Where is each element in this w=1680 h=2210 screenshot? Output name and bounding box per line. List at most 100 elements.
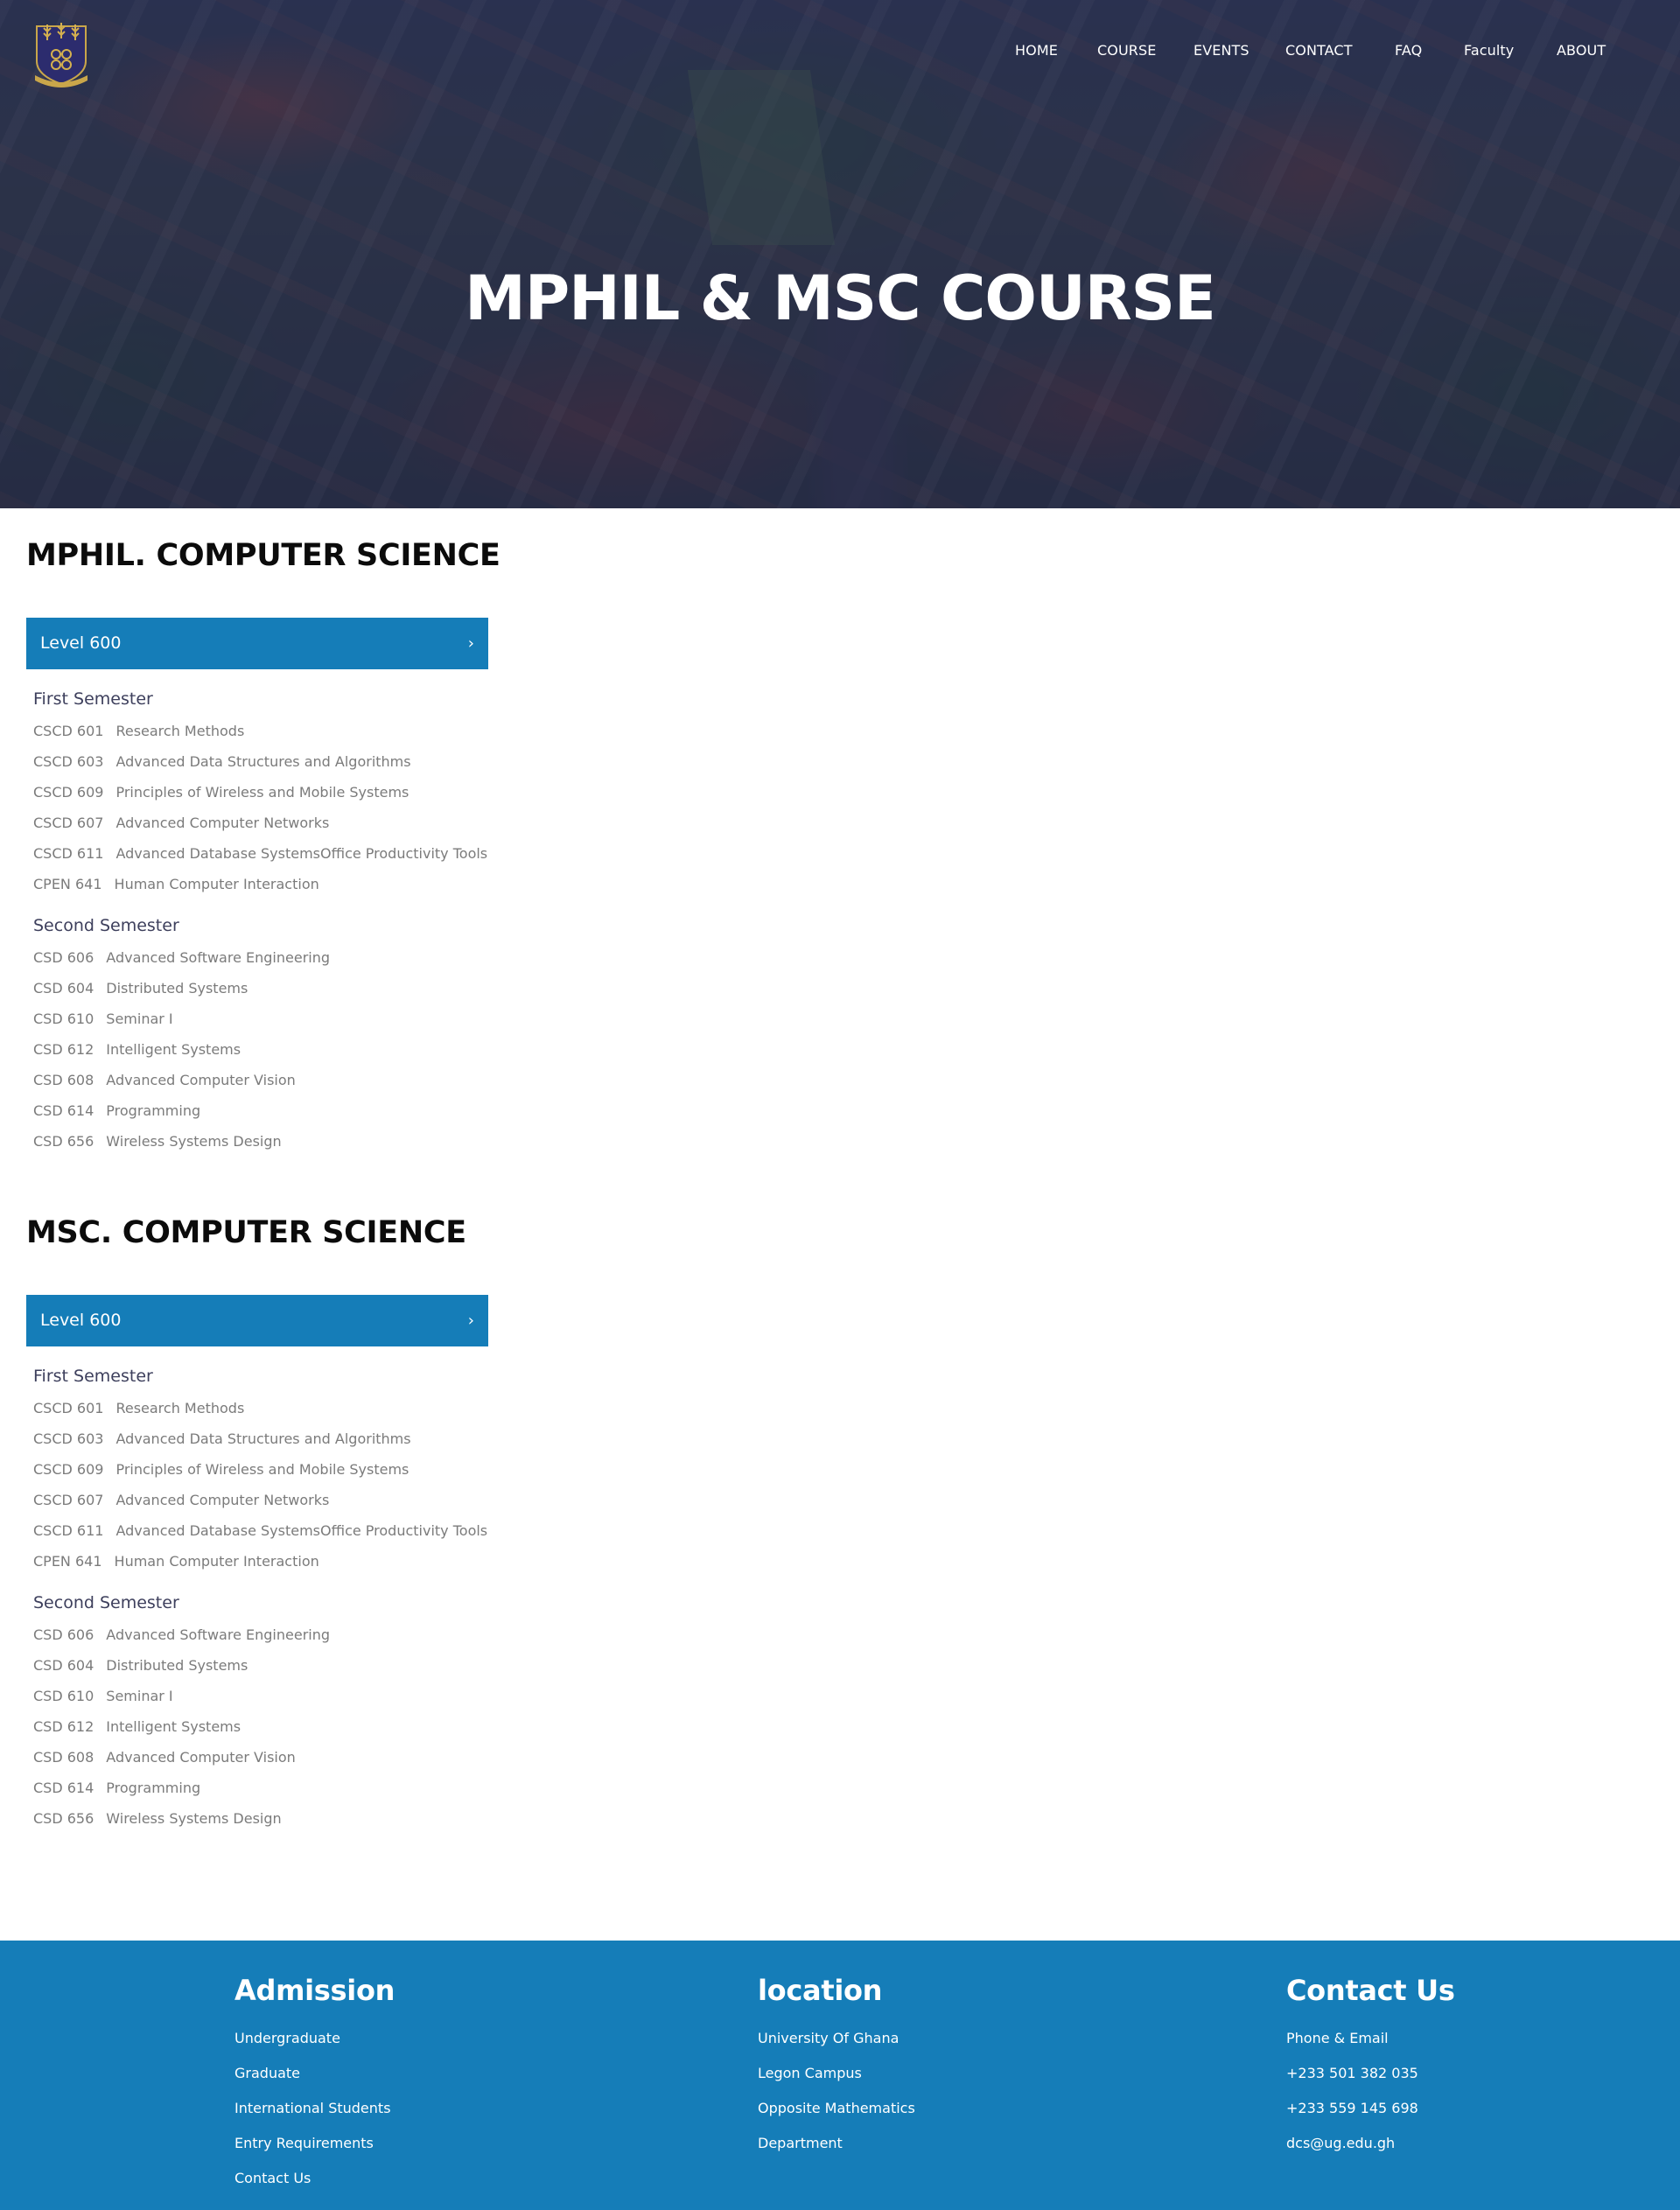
course-code: CSD 612 [33,1718,94,1735]
course-name: Human Computer Interaction [114,1553,319,1570]
course-code: CSD 606 [33,1626,94,1643]
page-title: MPHIL & MSC COURSE [465,262,1216,334]
footer-link-graduate[interactable]: Graduate [234,2065,300,2081]
course-item: CSD 614 Programming [33,1780,200,1796]
semester-title: Second Semester [33,1593,179,1612]
footer-link-undergraduate[interactable]: Undergraduate [234,2030,340,2046]
course-name: Advanced Software Engineering [106,949,331,966]
footer-email[interactable]: dcs@ug.edu.gh [1286,2135,1395,2151]
course-name: Advanced Computer Vision [106,1749,296,1766]
course-code: CSD 656 [33,1133,94,1150]
course-name: Advanced Computer Networks [116,815,330,831]
course-item: CSCD 601 Research Methods [33,1400,244,1416]
course-name: Distributed Systems [106,980,248,997]
course-item: CSCD 601 Research Methods [33,723,244,739]
course-name: Seminar I [106,1011,173,1027]
footer-heading: Admission [234,1974,396,2007]
semester-title: First Semester [33,689,153,709]
course-code: CSCD 609 [33,784,104,801]
footer-phone-1[interactable]: +233 501 382 035 [1286,2065,1418,2081]
course-name: Principles of Wireless and Mobile System… [116,1461,410,1478]
semester-title: Second Semester [33,916,179,935]
course-code: CSCD 611 [33,845,104,862]
course-name: Distributed Systems [106,1657,248,1674]
hero-overlay [0,0,1680,508]
course-code: CSCD 601 [33,723,104,739]
course-code: CSD 614 [33,1780,94,1796]
course-item: CSCD 603 Advanced Data Structures and Alg… [33,1430,411,1447]
course-item: CSD 608 Advanced Computer Vision [33,1749,296,1766]
course-item: CPEN 641 Human Computer Interaction [33,876,319,892]
footer-location-line: Opposite Mathematics [758,2100,915,2116]
level-accordion-toggle[interactable]: Level 600 › [26,1295,488,1346]
site-footer: Admission Undergraduate Graduate Interna… [0,1941,1680,2210]
semester-title: First Semester [33,1367,153,1386]
course-item: CSD 606 Advanced Software Engineering [33,1626,330,1643]
course-code: CSCD 603 [33,753,104,770]
nav-events[interactable]: EVENTS [1194,42,1250,59]
course-code: CSCD 603 [33,1430,104,1447]
footer-link-international[interactable]: International Students [234,2100,391,2116]
footer-phone-2[interactable]: +233 559 145 698 [1286,2100,1418,2116]
course-item: CSD 606 Advanced Software Engineering [33,949,330,966]
course-name: Wireless Systems Design [106,1810,282,1827]
footer-location-line: Legon Campus [758,2065,862,2081]
course-code: CSD 610 [33,1011,94,1027]
level-accordion-toggle[interactable]: Level 600 › [26,618,488,669]
course-item: CSD 612 Intelligent Systems [33,1041,241,1058]
course-name: Advanced Data Structures and Algorithms [116,1430,411,1447]
course-item: CSD 604 Distributed Systems [33,980,248,997]
course-code: CSCD 611 [33,1522,104,1539]
course-code: CSCD 601 [33,1400,104,1416]
course-code: CPEN 641 [33,876,102,892]
footer-heading: Contact Us [1286,1974,1455,2007]
course-name: Advanced Database SystemsOffice Producti… [116,1522,488,1539]
course-name: Programming [106,1780,201,1796]
course-item: CSD 656 Wireless Systems Design [33,1810,282,1827]
nav-about[interactable]: ABOUT [1557,42,1606,59]
course-item: CSCD 603 Advanced Data Structures and Alg… [33,753,411,770]
footer-location-line: Department [758,2135,843,2151]
course-name: Principles of Wireless and Mobile System… [116,784,410,801]
course-code: CSD 608 [33,1749,94,1766]
course-code: CSD 656 [33,1810,94,1827]
footer-heading: location [758,1974,883,2007]
university-crest-icon[interactable] [32,17,91,89]
nav-course[interactable]: COURSE [1097,42,1156,59]
nav-faculty[interactable]: Faculty [1464,42,1514,59]
course-item: CSCD 609 Principles of Wireless and Mobil… [33,1461,409,1478]
level-label: Level 600 [40,633,122,653]
course-item: CSCD 609 Principles of Wireless and Mobil… [33,784,409,801]
course-code: CSD 604 [33,980,94,997]
course-item: CSD 604 Distributed Systems [33,1657,248,1674]
course-code: CSD 608 [33,1072,94,1088]
course-code: CSD 604 [33,1657,94,1674]
course-item: CSD 608 Advanced Computer Vision [33,1072,296,1088]
course-code: CSCD 607 [33,815,104,831]
nav-contact[interactable]: CONTACT [1285,42,1353,59]
course-name: Intelligent Systems [106,1041,242,1058]
program-title: MPHIL. COMPUTER SCIENCE [26,538,500,573]
course-name: Advanced Database SystemsOffice Producti… [116,845,488,862]
chevron-right-icon: › [467,1311,474,1330]
course-name: Human Computer Interaction [114,876,319,892]
footer-link-contact-us[interactable]: Contact Us [234,2170,311,2186]
nav-home[interactable]: HOME [1015,42,1058,59]
hero-banner: HOME COURSE EVENTS CONTACT FAQ Faculty A… [0,0,1680,508]
nav-faq[interactable]: FAQ [1395,42,1422,59]
course-name: Intelligent Systems [106,1718,242,1735]
course-name: Advanced Computer Vision [106,1072,296,1088]
course-code: CSD 614 [33,1102,94,1119]
course-name: Advanced Computer Networks [116,1492,330,1508]
footer-contact-label: Phone & Email [1286,2030,1389,2046]
course-name: Wireless Systems Design [106,1133,282,1150]
course-name: Seminar I [106,1688,173,1704]
course-item: CSD 610 Seminar I [33,1688,173,1704]
course-code: CSD 606 [33,949,94,966]
course-item: CPEN 641 Human Computer Interaction [33,1553,319,1570]
course-name: Advanced Data Structures and Algorithms [116,753,411,770]
course-name: Advanced Software Engineering [106,1626,331,1643]
course-name: Research Methods [116,723,245,739]
footer-link-entry-requirements[interactable]: Entry Requirements [234,2135,374,2151]
footer-location-line: University Of Ghana [758,2030,900,2046]
